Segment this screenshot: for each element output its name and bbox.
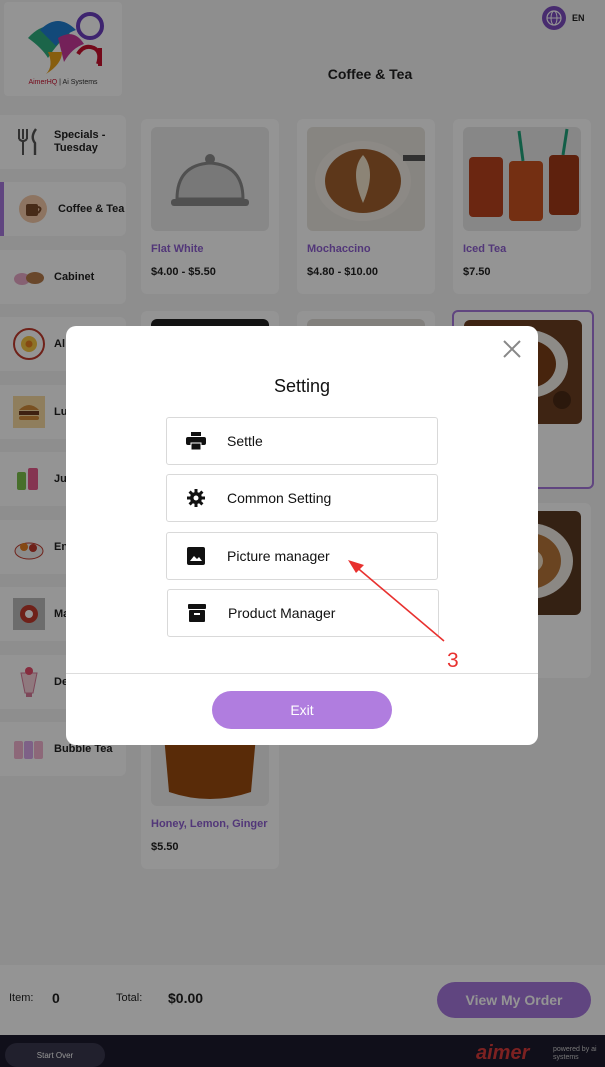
image-icon [185,545,207,567]
setting-dialog: Setting Settle Common Setting Picture ma… [66,326,538,745]
dialog-title: Setting [273,376,331,396]
close-icon[interactable] [500,337,524,361]
exit-button[interactable]: Exit [212,691,392,729]
annotation-arrow-icon [348,560,445,642]
dialog-divider [66,673,538,674]
common-setting-button[interactable]: Common Setting [166,474,438,522]
annotation-step-number: 3 [447,649,459,672]
printer-icon [185,430,207,452]
archive-box-icon [186,602,208,624]
gear-icon [185,487,207,509]
settle-button[interactable]: Settle [166,417,438,465]
